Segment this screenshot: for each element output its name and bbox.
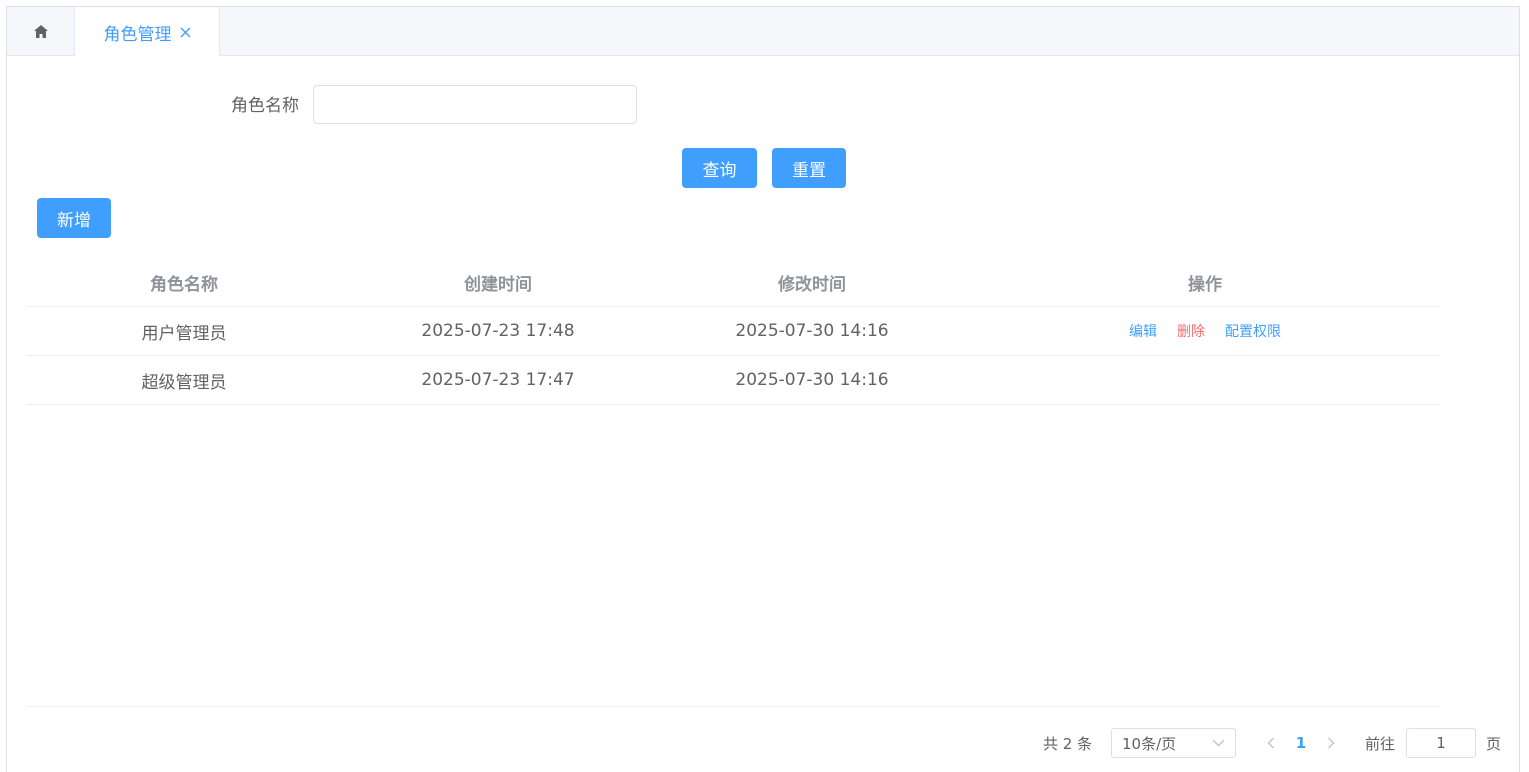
cell-modified-time: 2025-07-30 14:16	[735, 370, 889, 390]
page-frame: 角色管理 角色名称 查询 重置 新增 角色名称 创建时间 修改时间 操作 用户管…	[6, 6, 1520, 772]
chevron-left-icon	[1267, 737, 1274, 749]
page-size-value: 10条/页	[1122, 734, 1177, 753]
tab-label: 角色管理	[103, 24, 172, 45]
delete-link[interactable]: 删除	[1177, 321, 1205, 341]
table-header: 角色名称 创建时间 修改时间 操作	[27, 258, 1441, 307]
header-modified-time: 修改时间	[778, 274, 846, 295]
tab-home[interactable]	[7, 7, 75, 56]
role-name-label: 角色名称	[231, 96, 299, 116]
next-page-button[interactable]	[1321, 728, 1341, 758]
table-row: 用户管理员 2025-07-23 17:48 2025-07-30 14:16 …	[27, 307, 1441, 356]
header-actions: 操作	[1188, 274, 1222, 295]
header-role-name: 角色名称	[150, 274, 218, 295]
cell-modified-time: 2025-07-30 14:16	[735, 321, 889, 341]
pagination-total: 共 2 条	[1043, 734, 1093, 753]
tab-role-management[interactable]: 角色管理	[75, 7, 220, 57]
cell-actions: 编辑 删除 配置权限	[969, 307, 1441, 355]
chevron-down-icon	[1212, 739, 1225, 747]
table-row: 超级管理员 2025-07-23 17:47 2025-07-30 14:16	[27, 356, 1441, 405]
header-created-time: 创建时间	[464, 274, 532, 295]
cell-role-name: 超级管理员	[141, 372, 227, 393]
close-icon[interactable]	[180, 27, 191, 38]
goto-label: 前往	[1365, 734, 1396, 753]
add-button[interactable]: 新增	[37, 198, 111, 238]
query-button[interactable]: 查询	[682, 148, 757, 188]
page-size-select[interactable]: 10条/页	[1111, 728, 1236, 758]
cell-created-time: 2025-07-23 17:47	[421, 370, 575, 390]
chevron-right-icon	[1328, 737, 1335, 749]
page-suffix-label: 页	[1486, 734, 1502, 753]
tabs-bar: 角色管理	[7, 7, 1519, 57]
page-number-current[interactable]: 1	[1291, 728, 1311, 758]
goto-page-input[interactable]	[1406, 728, 1476, 758]
reset-button[interactable]: 重置	[772, 148, 846, 188]
edit-link[interactable]: 编辑	[1129, 321, 1157, 341]
cell-actions	[969, 356, 1441, 404]
cell-role-name: 用户管理员	[141, 323, 227, 344]
home-icon	[33, 25, 48, 38]
prev-page-button[interactable]	[1261, 728, 1281, 758]
role-table: 角色名称 创建时间 修改时间 操作 用户管理员 2025-07-23 17:48…	[27, 258, 1441, 405]
role-name-input[interactable]	[313, 85, 637, 124]
configure-permissions-link[interactable]: 配置权限	[1225, 321, 1281, 341]
table-body: 用户管理员 2025-07-23 17:48 2025-07-30 14:16 …	[27, 307, 1441, 405]
cell-created-time: 2025-07-23 17:48	[421, 321, 575, 341]
table-bottom-border	[27, 706, 1441, 707]
